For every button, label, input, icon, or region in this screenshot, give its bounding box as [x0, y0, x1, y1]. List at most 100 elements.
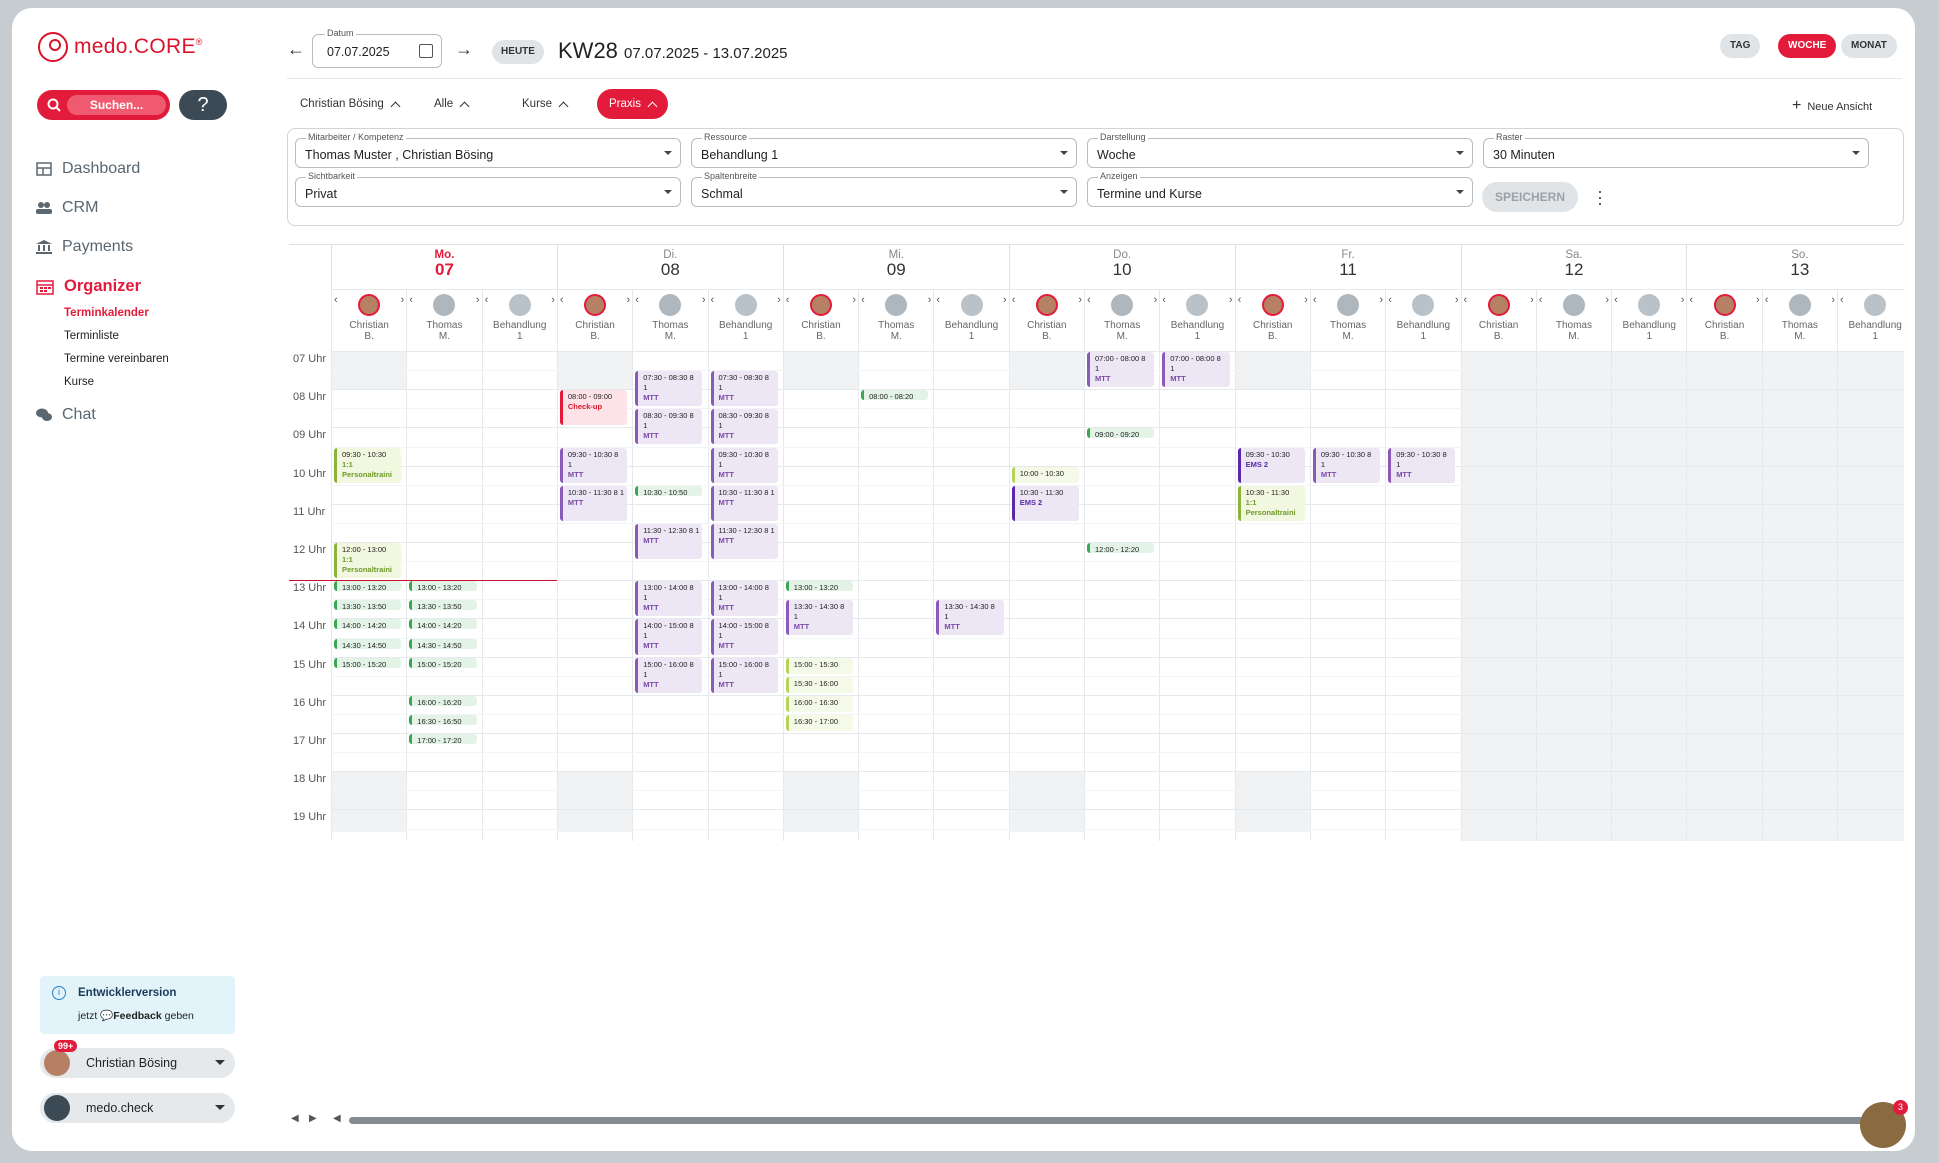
subnav-terminkalender[interactable]: Terminkalender	[64, 307, 149, 319]
calendar-column[interactable]	[1686, 351, 1762, 841]
calendar-column[interactable]	[331, 351, 407, 841]
chevron-right-icon[interactable]: ›	[777, 294, 781, 306]
appointment[interactable]: 15:00 - 15:20	[334, 657, 402, 668]
appointment[interactable]: 13:00 - 13:20	[334, 581, 402, 592]
appointment[interactable]: 15:00 - 16:00 8 1 MTT	[635, 657, 703, 693]
day-header[interactable]: Mi. 09	[782, 245, 1009, 289]
chevron-right-icon[interactable]: ›	[1831, 294, 1835, 306]
calendar-column[interactable]	[1309, 351, 1385, 841]
appointment[interactable]: 14:00 - 15:00 8 1 MTT	[710, 619, 778, 655]
day-header[interactable]: Sa. 12	[1460, 245, 1687, 289]
horizontal-scrollbar[interactable]: ◀ ▶ ◀	[289, 1113, 1904, 1127]
scroll-start-icon[interactable]: ◀	[333, 1113, 341, 1124]
appointment[interactable]: 12:00 - 13:00 1:1 Personaltraini	[334, 543, 402, 579]
save-button[interactable]: SPEICHERN	[1482, 182, 1578, 212]
subnav-kurse[interactable]: Kurse	[64, 376, 94, 388]
chevron-left-icon[interactable]: ‹	[1614, 294, 1618, 306]
chevron-right-icon[interactable]: ›	[1154, 294, 1158, 306]
resource-header[interactable]: ‹›Behandlung1	[707, 289, 783, 351]
resource-header[interactable]: ‹›Behandlung1	[933, 289, 1009, 351]
user-menu[interactable]: 99+ Christian Bösing	[40, 1040, 235, 1078]
appointment[interactable]: 12:00 - 12:20	[1087, 543, 1155, 553]
calendar-column[interactable]	[1385, 351, 1460, 841]
scrollbar-thumb[interactable]	[349, 1117, 1889, 1124]
resource-header[interactable]: ‹›Behandlung1	[1159, 289, 1235, 351]
appointment[interactable]: 15:30 - 16:00	[785, 676, 854, 693]
appointment[interactable]: 08:30 - 09:30 8 1 MTT	[710, 409, 778, 445]
chip-praxis[interactable]: Praxis	[597, 89, 668, 119]
resource-header[interactable]: ‹›Behandlung1	[1611, 289, 1687, 351]
appointment[interactable]: 10:30 - 10:50	[635, 485, 703, 496]
chevron-left-icon[interactable]: ‹	[1464, 294, 1468, 306]
chevron-left-icon[interactable]: ‹	[1313, 294, 1317, 306]
scroll-left-icon[interactable]: ◀	[291, 1113, 299, 1124]
resource-header[interactable]: ‹ › Christian B.	[331, 289, 407, 351]
today-button[interactable]: HEUTE	[492, 40, 544, 64]
more-options-icon[interactable]: · · ·	[1597, 182, 1603, 212]
appointment[interactable]: 09:30 - 10:30 1:1 Personaltraini	[334, 447, 402, 483]
chevron-right-icon[interactable]: ›	[627, 294, 631, 306]
calendar-column[interactable]	[406, 351, 481, 841]
resource-header[interactable]: ‹ › Thomas M.	[1309, 289, 1386, 351]
chevron-right-icon[interactable]: ›	[1380, 294, 1384, 306]
appointment[interactable]: 16:00 - 16:20	[409, 695, 477, 706]
filter-darstellung[interactable]: Darstellung Woche	[1087, 132, 1473, 168]
calendar-column[interactable]	[782, 351, 859, 841]
appointment[interactable]: 09:30 - 10:30 8 1 MTT	[1388, 447, 1456, 483]
calendar-column[interactable]	[481, 351, 557, 841]
day-header[interactable]: Fr. 11	[1234, 245, 1461, 289]
subnav-terminliste[interactable]: Terminliste	[64, 330, 119, 342]
appointment[interactable]: 10:30 - 11:30 8 1 MTT	[710, 485, 778, 521]
appointment[interactable]: 07:30 - 08:30 8 1 MTT	[635, 371, 703, 407]
new-view-button[interactable]: + Neue Ansicht	[1792, 97, 1872, 115]
resource-header[interactable]: ‹›Behandlung1	[1837, 289, 1904, 351]
chevron-left-icon[interactable]: ‹	[1012, 294, 1016, 306]
resource-header[interactable]: ‹ › Thomas M.	[858, 289, 934, 351]
nav-payments[interactable]: Payments	[36, 238, 133, 256]
appointment[interactable]: 14:00 - 14:20	[409, 619, 477, 630]
chevron-right-icon[interactable]: ›	[702, 294, 706, 306]
appointment[interactable]: 10:00 - 10:30	[1011, 466, 1079, 483]
appointment[interactable]: 13:30 - 13:50	[409, 600, 477, 611]
filter-mitarbeiter[interactable]: Mitarbeiter / Kompetenz Thomas Muster , C…	[295, 132, 681, 168]
appointment[interactable]: 09:30 - 10:30 EMS 2	[1237, 447, 1305, 483]
appointment[interactable]: 10:30 - 11:30 8 1 MTT	[559, 485, 628, 521]
appointment[interactable]: 14:30 - 14:50	[409, 638, 477, 649]
calendar-column[interactable]	[1535, 351, 1612, 841]
prev-week-button[interactable]: ←	[287, 39, 305, 60]
chevron-left-icon[interactable]: ‹	[861, 294, 865, 306]
appointment[interactable]: 10:30 - 11:30 EMS 2	[1011, 485, 1079, 521]
appointment[interactable]: 15:00 - 16:00 8 1 MTT	[710, 657, 778, 693]
appointment[interactable]: 14:00 - 14:20	[334, 619, 402, 630]
chevron-left-icon[interactable]: ‹	[409, 294, 413, 306]
calendar-icon[interactable]	[419, 44, 433, 58]
appointment[interactable]: 10:30 - 11:30 1:1 Personaltraini	[1237, 485, 1305, 521]
filter-sichtbarkeit[interactable]: Sichtbarkeit Privat	[295, 171, 681, 207]
chevron-left-icon[interactable]: ‹	[334, 294, 338, 306]
appointment[interactable]: 08:30 - 09:30 8 1 MTT	[635, 409, 703, 445]
resource-header[interactable]: ‹ › Thomas M.	[632, 289, 708, 351]
calendar-column[interactable]	[1837, 351, 1904, 841]
calendar-column[interactable]	[1460, 351, 1536, 841]
appointment[interactable]: 08:00 - 08:20	[861, 390, 929, 401]
appointment[interactable]: 09:00 - 09:20	[1087, 428, 1155, 439]
date-field[interactable]: Datum 07.07.2025	[312, 28, 442, 68]
chip-alle[interactable]: Alle	[422, 89, 480, 119]
brand-logo[interactable]: medo.CORE®	[38, 32, 203, 62]
subnav-termine-vereinbaren[interactable]: Termine vereinbaren	[64, 353, 169, 365]
appointment[interactable]: 15:00 - 15:30	[785, 657, 854, 674]
chevron-right-icon[interactable]: ›	[551, 294, 555, 306]
chevron-left-icon[interactable]: ‹	[711, 294, 715, 306]
chevron-right-icon[interactable]: ›	[1756, 294, 1760, 306]
day-header[interactable]: So. 13	[1686, 245, 1904, 289]
appointment[interactable]: 14:00 - 15:00 8 1 MTT	[635, 619, 703, 655]
day-header[interactable]: Di. 08	[556, 245, 783, 289]
chevron-left-icon[interactable]: ‹	[1689, 294, 1693, 306]
resource-header[interactable]: ‹ › Christian B.	[1234, 289, 1310, 351]
resource-header[interactable]: ‹ › Thomas M.	[406, 289, 482, 351]
appointment[interactable]: 13:30 - 14:30 8 1 MTT	[936, 600, 1004, 636]
appointment[interactable]: 09:30 - 10:30 8 1 MTT	[1312, 447, 1381, 483]
resource-header[interactable]: ‹ › Christian B.	[1008, 289, 1084, 351]
calendar-column[interactable]	[933, 351, 1008, 841]
calendar-column[interactable]	[1084, 351, 1159, 841]
